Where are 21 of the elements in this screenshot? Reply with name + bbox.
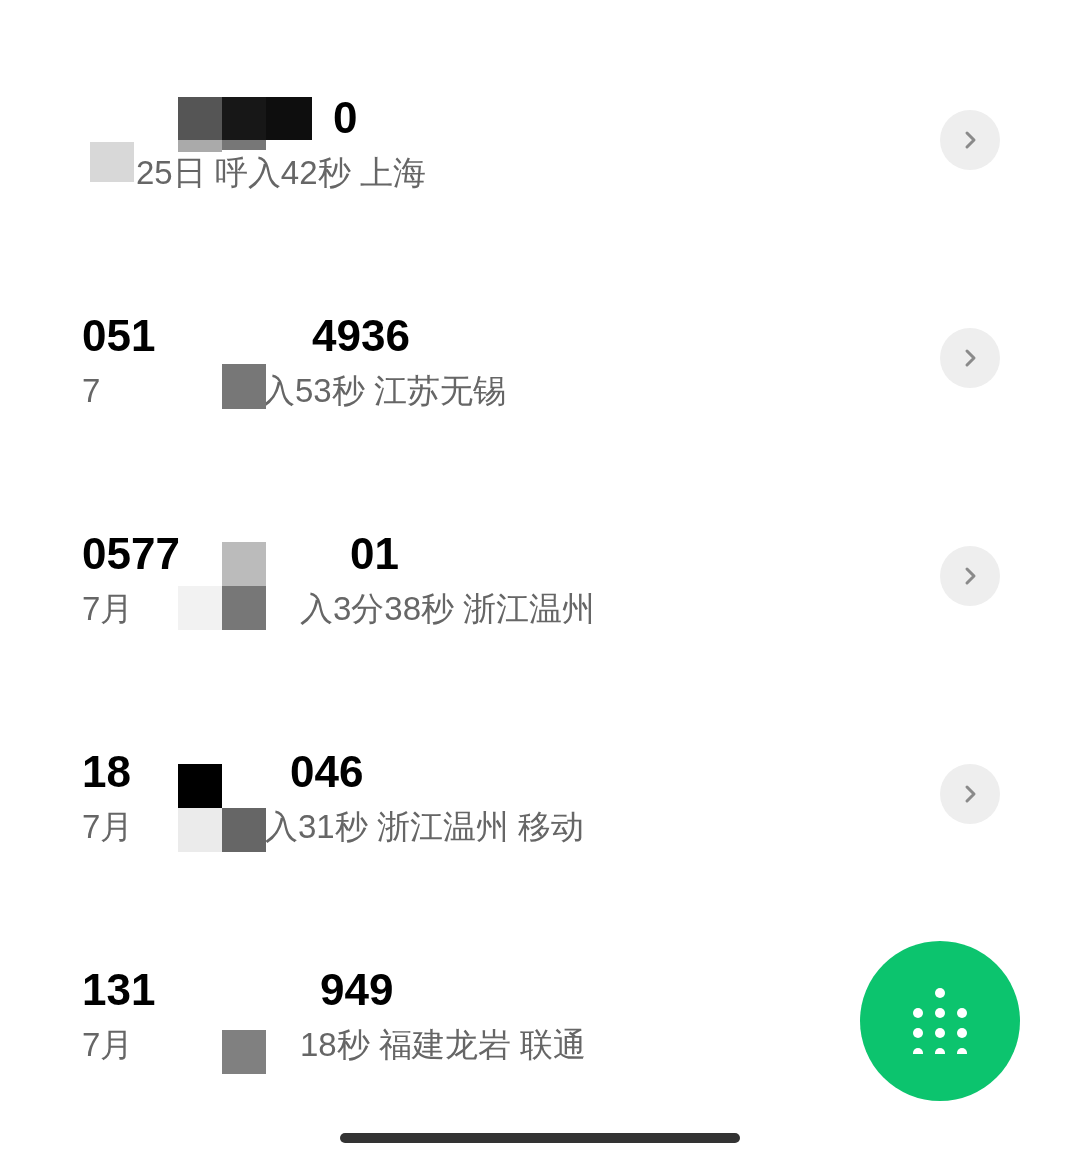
call-details: 7: [82, 371, 101, 411]
call-details: 7月: [82, 589, 134, 629]
call-details: 入31秒 浙江温州 移动: [265, 807, 585, 847]
home-indicator[interactable]: [340, 1133, 740, 1143]
phone-number: 0: [333, 92, 358, 144]
call-details: 7月: [82, 1025, 134, 1065]
call-details: 7月: [82, 807, 134, 847]
call-details: 25日 呼入42秒 上海: [136, 153, 426, 193]
dialpad-icon: [913, 988, 967, 1054]
phone-number: 01: [350, 528, 399, 580]
call-details: 入3分38秒 浙江温州: [300, 589, 596, 629]
phone-number: 18: [82, 746, 131, 798]
redaction-mosaic: [222, 364, 266, 409]
phone-number: 4936: [312, 310, 410, 362]
call-details: 18秒 福建龙岩 联通: [300, 1025, 587, 1065]
phone-number: 0577: [82, 528, 180, 580]
phone-number: 046: [290, 746, 364, 798]
phone-number: 131: [82, 964, 156, 1016]
phone-number: 949: [320, 964, 394, 1016]
redaction-mosaic: [222, 1030, 266, 1074]
phone-number: 051: [82, 310, 156, 362]
